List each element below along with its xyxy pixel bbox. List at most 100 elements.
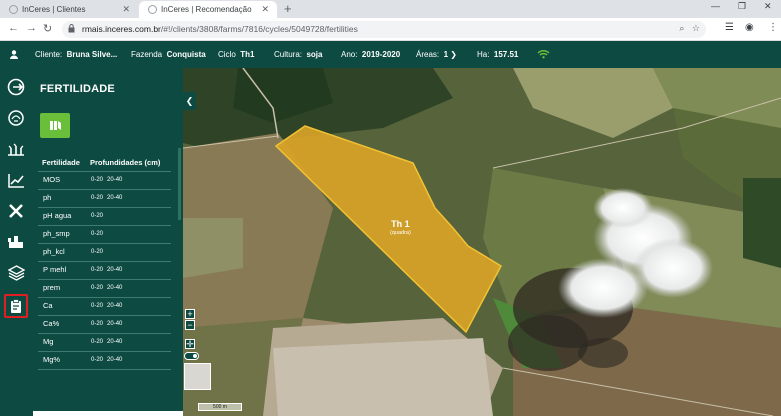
depth-tag[interactable]: 0-20 [91, 213, 103, 219]
soil-sample-icon[interactable] [4, 106, 28, 130]
fertility-report-icon[interactable] [4, 294, 28, 318]
depth-tag[interactable]: 0-20 [91, 303, 103, 309]
crop-icon[interactable] [4, 138, 28, 162]
layers-icon[interactable] [4, 261, 28, 285]
parameter-name: prem [43, 283, 61, 292]
table-header: Fertilidade Profundidades (cm) [42, 158, 160, 167]
close-window-icon[interactable]: ✕ [764, 1, 772, 12]
depth-list: 0-20 20-40 [91, 285, 122, 291]
depth-tag[interactable]: 20-40 [107, 321, 122, 327]
tools-icon[interactable] [4, 199, 28, 223]
ha-value: 157.51 [493, 50, 519, 59]
col-fertilidade: Fertilidade [42, 158, 80, 167]
depth-tag[interactable]: 20-40 [107, 195, 122, 201]
ano-item[interactable]: Ano: 2019-2020 [341, 50, 400, 59]
search-icon[interactable]: ⌕ [679, 23, 684, 33]
fazenda-label: Fazenda [131, 50, 163, 59]
table-row[interactable]: pH agua 0-20 [42, 208, 172, 226]
reload-icon[interactable]: ↻ [43, 22, 52, 35]
exit-icon[interactable] [4, 75, 28, 99]
globe-icon [9, 5, 18, 14]
table-row[interactable]: ph_kcl 0-20 [42, 244, 172, 262]
left-icon-bar [0, 68, 33, 416]
depth-tag[interactable]: 0-20 [91, 195, 103, 201]
maximize-icon[interactable]: ❐ [738, 1, 746, 12]
table-row[interactable]: prem 0-20 20-40 [42, 280, 172, 298]
fertility-panel: FERTILIDADE Fertilidade Profundidades (c… [33, 68, 183, 411]
col-profundidades: Profundidades (cm) [89, 158, 161, 167]
depth-list: 0-20 20-40 [91, 177, 122, 183]
new-tab-button[interactable]: + [284, 1, 292, 16]
depth-tag[interactable]: 0-20 [91, 321, 103, 327]
back-icon[interactable]: ← [8, 22, 19, 34]
panel-scrollbar[interactable] [178, 148, 181, 220]
tab-clientes[interactable]: InCeres | Clientes ✕ [0, 1, 138, 18]
fullscreen-button[interactable]: ✛ [185, 339, 195, 349]
collapse-panel-button[interactable]: ❮ [183, 92, 196, 110]
depth-list: 0-20 20-40 [91, 321, 122, 327]
depth-tag[interactable]: 20-40 [107, 285, 122, 291]
user-icon[interactable] [10, 50, 18, 59]
depth-tag[interactable]: 20-40 [107, 303, 122, 309]
table-row[interactable]: Ca% 0-20 20-40 [42, 316, 172, 334]
table-row[interactable]: P mehl 0-20 20-40 [42, 262, 172, 280]
layer-toggle[interactable] [184, 352, 199, 360]
ciclo-item[interactable]: Ciclo Th1 [218, 50, 254, 59]
zoom-in-button[interactable]: + [185, 309, 195, 319]
fazenda-item[interactable]: Fazenda Conquista [131, 50, 206, 59]
parameter-name: Mg% [43, 355, 61, 364]
areas-label: Áreas: [416, 50, 440, 59]
zoom-out-button[interactable]: − [185, 320, 195, 330]
add-fertility-button[interactable] [40, 113, 70, 138]
depth-tag[interactable]: 0-20 [91, 249, 103, 255]
close-icon[interactable]: ✕ [122, 4, 130, 15]
close-icon[interactable]: ✕ [261, 4, 269, 15]
table-row[interactable]: Ca 0-20 20-40 [42, 298, 172, 316]
cultura-item[interactable]: Cultura: soja [274, 50, 322, 59]
ano-label: Ano: [341, 50, 358, 59]
app-header: Cliente: Bruna Silve... Fazenda Conquist… [0, 41, 781, 68]
basemap-switcher[interactable] [184, 363, 211, 390]
depth-tag[interactable]: 0-20 [91, 357, 103, 363]
parameter-name: Ca% [43, 319, 60, 328]
depth-tag[interactable]: 0-20 [91, 267, 103, 273]
areas-value: 1 [443, 50, 449, 59]
depth-tag[interactable]: 0-20 [91, 231, 103, 237]
tab-recomendacao[interactable]: InCeres | Recomendação ✕ [139, 1, 277, 18]
field-label: Th 1 (quadra) [390, 219, 411, 236]
parameter-name: P mehl [43, 265, 67, 274]
table-row[interactable]: ph 0-20 20-40 [42, 190, 172, 208]
parameter-name: Ca [43, 301, 53, 310]
url-text: rmais.inceres.com.br/#!/clients/3808/far… [82, 24, 358, 34]
omnibox-actions: ⌕ ☆ [679, 23, 700, 34]
cultura-value: soja [306, 50, 323, 59]
table-row[interactable]: MOS 0-20 20-40 [42, 172, 172, 190]
url-host: rmais.inceres.com.br [82, 24, 161, 34]
areas-item[interactable]: Áreas: 1 ❯ [416, 50, 457, 59]
depth-tag[interactable]: 0-20 [91, 339, 103, 345]
extensions-icon[interactable]: ☰ [725, 22, 734, 33]
depth-tag[interactable]: 20-40 [107, 267, 122, 273]
forward-icon[interactable]: → [26, 22, 37, 34]
depth-list: 0-20 20-40 [91, 339, 122, 345]
table-row[interactable]: Mg% 0-20 20-40 [42, 352, 172, 370]
depth-list: 0-20 20-40 [91, 195, 122, 201]
menu-icon[interactable]: ⋮ [768, 22, 778, 33]
chart-icon[interactable] [4, 168, 28, 192]
table-row[interactable]: Mg 0-20 20-40 [42, 334, 172, 352]
minimize-icon[interactable]: — [711, 1, 720, 11]
profile-icon[interactable]: ◉ [745, 22, 754, 33]
url-field[interactable]: rmais.inceres.com.br/#!/clients/3808/far… [62, 21, 706, 38]
star-icon[interactable]: ☆ [692, 23, 700, 33]
depth-tag[interactable]: 0-20 [91, 177, 103, 183]
satellite-map[interactable]: Th 1 (quadra) [183, 68, 781, 416]
scale-bar: 500 m [198, 403, 242, 411]
machine-icon[interactable] [4, 230, 28, 254]
depth-tag[interactable]: 20-40 [107, 177, 122, 183]
panel-title: FERTILIDADE [40, 83, 115, 95]
table-row[interactable]: ph_smp 0-20 [42, 226, 172, 244]
depth-tag[interactable]: 20-40 [107, 357, 122, 363]
depth-tag[interactable]: 0-20 [91, 285, 103, 291]
depth-tag[interactable]: 20-40 [107, 339, 122, 345]
cliente-item[interactable]: Cliente: Bruna Silve... [35, 50, 117, 59]
